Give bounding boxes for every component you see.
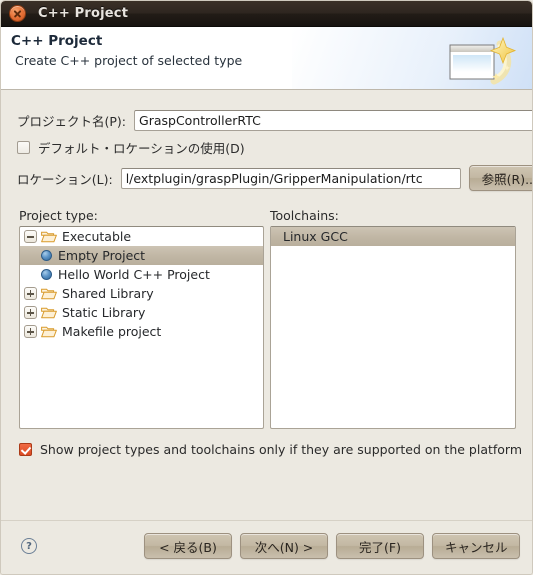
show-supported-row[interactable]: Show project types and toolchains only i… [19,442,529,457]
toolchains-label: Toolchains: [270,208,339,223]
footer-divider [1,520,532,521]
expand-icon[interactable] [24,306,37,319]
cpp-project-dialog: C++ Project C++ Project Create C++ proje… [0,0,533,575]
folder-icon [41,287,57,300]
expand-icon[interactable] [24,325,37,338]
use-default-location-row[interactable]: デフォルト・ロケーションの使用(D) [1,138,532,157]
collapse-icon[interactable] [24,230,37,243]
project-type-item[interactable]: Hello World C++ Project [20,265,263,284]
page-title: C++ Project [11,33,103,49]
toolchain-item[interactable]: Linux GCC [271,227,515,246]
help-icon[interactable]: ? [21,538,37,554]
back-button[interactable]: < 戻る(B) [144,533,232,559]
title-bar: C++ Project [1,1,532,27]
folder-icon [41,306,57,319]
page-subtitle: Create C++ project of selected type [15,53,243,68]
close-icon[interactable] [9,5,26,22]
project-type-item[interactable]: Shared Library [20,284,263,303]
wizard-banner: C++ Project Create C++ project of select… [1,27,532,90]
browse-button[interactable]: 参照(R)... [468,165,532,191]
location-input[interactable] [120,167,461,189]
toolchains-panel: Toolchains: Linux GCC [270,208,516,429]
project-name-label: プロジェクト名(P): [17,114,127,129]
new-project-wizard-icon [442,34,518,86]
finish-button[interactable]: 完了(F) [336,533,424,559]
project-type-item-label: Shared Library [62,286,154,301]
use-default-location-label: デフォルト・ロケーションの使用(D) [38,141,245,156]
dialog-body: プロジェクト名(P): デフォルト・ロケーションの使用(D) ロケーション(L)… [1,90,532,574]
project-template-icon [41,269,52,280]
project-type-item-label: Empty Project [58,248,146,263]
project-type-item-label: Makefile project [62,324,162,339]
location-label: ロケーション(L): [17,171,113,187]
show-supported-label: Show project types and toolchains only i… [40,442,523,457]
folder-icon [41,230,57,243]
project-type-item[interactable]: Static Library [20,303,263,322]
window-title: C++ Project [38,6,129,21]
location-row: ロケーション(L): 参照(R)... [1,165,532,191]
project-template-icon [41,250,52,261]
expand-icon[interactable] [24,287,37,300]
next-button[interactable]: 次へ(N) > [240,533,328,559]
toolchains-list[interactable]: Linux GCC [270,226,516,429]
project-type-item[interactable]: Executable [20,227,263,246]
project-type-panel: Project type: Executable Empty Project Hel… [19,208,264,429]
show-supported-checkbox[interactable] [19,443,32,456]
project-type-label: Project type: [19,208,98,223]
project-type-item-label: Hello World C++ Project [58,267,210,282]
project-type-item[interactable]: Empty Project [20,246,263,265]
folder-icon [41,325,57,338]
cancel-button[interactable]: キャンセル [432,533,520,559]
project-name-row: プロジェクト名(P): [1,110,532,131]
project-name-input[interactable] [134,110,532,131]
toolchain-item-label: Linux GCC [283,229,348,244]
project-type-item[interactable]: Makefile project [20,322,263,341]
footer-buttons: < 戻る(B) 次へ(N) > 完了(F) キャンセル [144,533,520,559]
project-type-item-label: Executable [62,229,132,244]
project-type-item-label: Static Library [62,305,146,320]
dialog-footer: ? < 戻る(B) 次へ(N) > 完了(F) キャンセル [1,520,532,574]
project-type-tree[interactable]: Executable Empty Project Hello World C++ P… [19,226,264,429]
use-default-location-checkbox[interactable] [17,141,30,154]
